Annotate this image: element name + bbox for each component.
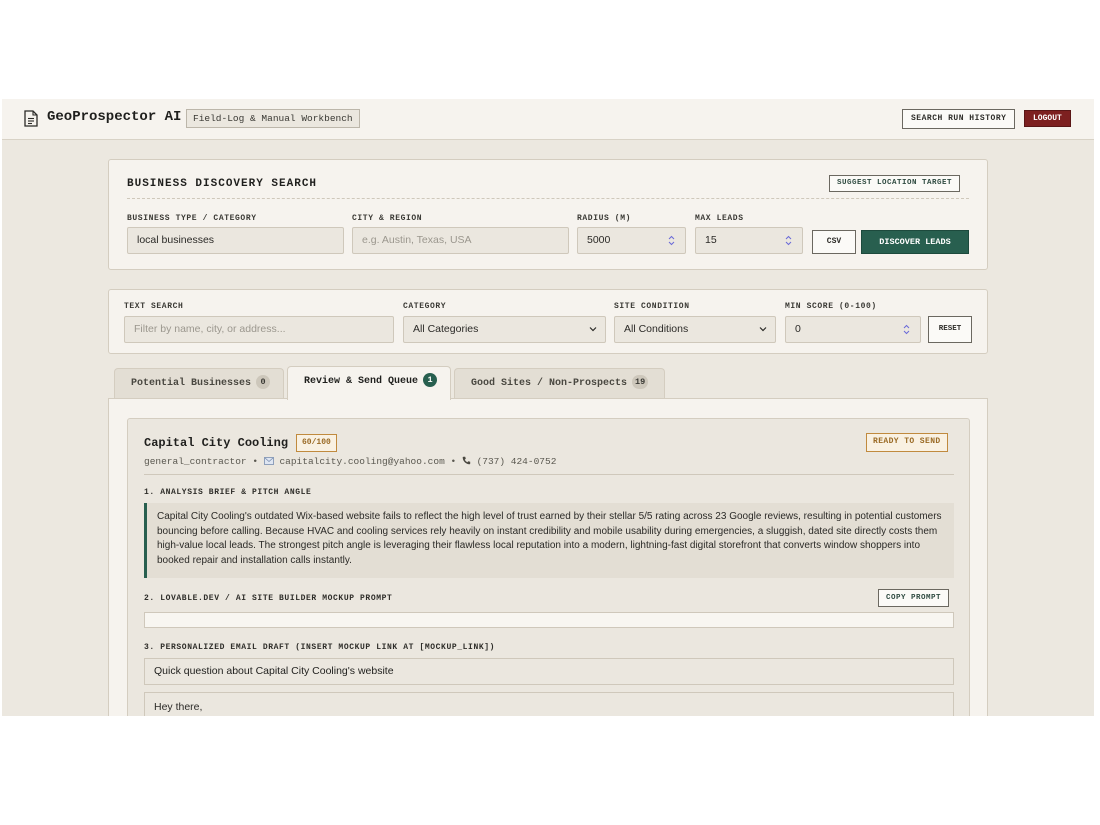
tab-review-send-queue[interactable]: Review & Send Queue 1 [287,366,451,400]
review-queue-panel: Capital City Cooling 60/100 READY TO SEN… [108,398,988,716]
tab-count-badge: 0 [256,375,271,389]
radius-input[interactable]: 5000 [577,227,686,254]
category-selected: All Categories [413,323,479,335]
spinner-arrows-icon[interactable] [668,235,675,246]
email-body-textarea[interactable]: Hey there, [144,692,954,716]
document-icon [24,110,38,127]
lead-card: Capital City Cooling 60/100 READY TO SEN… [127,418,970,716]
reset-button[interactable]: RESET [928,316,972,343]
site-condition-selected: All Conditions [624,323,689,335]
score-badge: 60/100 [296,434,337,452]
email-draft-label: 3. PERSONALIZED EMAIL DRAFT (INSERT MOCK… [144,643,496,652]
max-leads-input[interactable]: 15 [695,227,803,254]
category-label: CATEGORY [403,302,447,311]
analysis-brief-label: 1. ANALYSIS BRIEF & PITCH ANGLE [144,488,312,497]
filter-panel: TEXT SEARCH Filter by name, city, or add… [108,289,988,354]
app-window: GeoProspector AI Field-Log & Manual Work… [2,99,1094,716]
card-divider [144,474,954,475]
tab-label: Potential Businesses [131,378,252,389]
business-type-input[interactable]: local businesses [127,227,344,254]
tab-label: Good Sites / Non-Prospects [471,378,628,389]
mockup-prompt-label: 2. LOVABLE.DEV / AI SITE BUILDER MOCKUP … [144,594,393,603]
lead-email[interactable]: capitalcity.cooling@yahoo.com [279,456,444,467]
email-subject-input[interactable]: Quick question about Capital City Coolin… [144,658,954,685]
spinner-arrows-icon[interactable] [785,235,792,246]
business-type-label: BUSINESS TYPE / CATEGORY [127,214,257,223]
tab-potential-businesses[interactable]: Potential Businesses 0 [114,368,284,399]
city-region-label: CITY & REGION [352,214,423,223]
workbench-badge: Field-Log & Manual Workbench [186,109,360,128]
min-score-input[interactable]: 0 [785,316,921,343]
tab-count-badge: 19 [632,375,649,389]
logout-button[interactable]: LOGOUT [1024,110,1071,127]
app-title: GeoProspector AI [47,109,182,125]
chevron-down-icon [589,327,597,332]
separator: • [450,456,457,467]
phone-icon [462,456,471,465]
site-condition-select[interactable]: All Conditions [614,316,776,343]
lead-phone[interactable]: (737) 424-0752 [477,456,557,467]
analysis-brief-text: Capital City Cooling's outdated Wix-base… [144,503,954,578]
site-condition-label: SITE CONDITION [614,302,690,311]
category-select[interactable]: All Categories [403,316,606,343]
email-icon [263,457,274,465]
tab-count-badge: 1 [423,373,438,387]
discover-leads-button[interactable]: DISCOVER LEADS [861,230,969,254]
contact-line: general_contractor • capitalcity.cooling… [144,456,556,467]
separator: • [252,456,259,467]
min-score-label: MIN SCORE (0-100) [785,302,877,311]
suggest-location-button[interactable]: SUGGEST LOCATION TARGET [829,175,961,192]
radius-value: 5000 [587,234,611,246]
max-leads-label: MAX LEADS [695,214,744,223]
text-search-label: TEXT SEARCH [124,302,184,311]
csv-button[interactable]: CSV [812,230,856,254]
text-search-input[interactable]: Filter by name, city, or address... [124,316,394,343]
copy-prompt-button[interactable]: COPY PROMPT [878,589,950,607]
chevron-down-icon [759,327,767,332]
tab-label: Review & Send Queue [304,376,419,387]
discovery-divider [127,198,969,199]
min-score-value: 0 [795,323,801,335]
max-leads-value: 15 [705,234,717,246]
spinner-arrows-icon[interactable] [903,324,910,335]
top-header: GeoProspector AI Field-Log & Manual Work… [2,99,1094,140]
radius-label: RADIUS (M) [577,214,632,223]
lead-name: Capital City Cooling [144,436,289,450]
lead-category: general_contractor [144,456,247,467]
tab-good-sites[interactable]: Good Sites / Non-Prospects 19 [454,368,665,399]
search-run-history-button[interactable]: SEARCH RUN HISTORY [902,109,1016,129]
discovery-title: BUSINESS DISCOVERY SEARCH [127,178,318,190]
mockup-prompt-textarea[interactable] [144,612,954,628]
city-region-input[interactable]: e.g. Austin, Texas, USA [352,227,569,254]
business-discovery-panel: BUSINESS DISCOVERY SEARCH SUGGEST LOCATI… [108,159,988,270]
status-badge: READY TO SEND [866,433,948,452]
